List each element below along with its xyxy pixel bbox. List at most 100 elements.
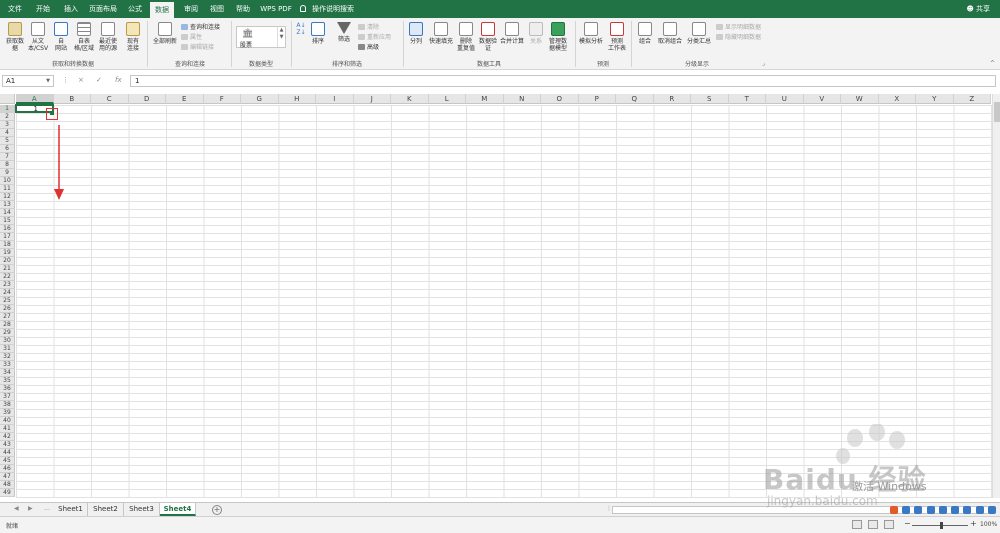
row-header[interactable]: 17 bbox=[0, 233, 15, 241]
properties-button[interactable]: 属性 bbox=[181, 33, 202, 42]
row-header[interactable]: 8 bbox=[0, 161, 15, 169]
column-header[interactable]: A bbox=[16, 94, 54, 104]
row-header[interactable]: 35 bbox=[0, 377, 15, 385]
row-header[interactable]: 48 bbox=[0, 481, 15, 489]
row-header[interactable]: 2 bbox=[0, 113, 15, 121]
row-header[interactable]: 39 bbox=[0, 409, 15, 417]
cancel-icon[interactable]: × bbox=[78, 76, 84, 84]
row-header[interactable]: 4 bbox=[0, 129, 15, 137]
group-button[interactable]: 组合 bbox=[636, 22, 654, 45]
column-header[interactable]: H bbox=[278, 94, 316, 104]
sheet-tab-3[interactable]: Sheet3 bbox=[124, 503, 160, 516]
ungroup-button[interactable]: 取消组合 bbox=[656, 22, 684, 45]
zoom-out-icon[interactable]: − bbox=[904, 519, 911, 528]
row-header[interactable]: 47 bbox=[0, 473, 15, 481]
row-header[interactable]: 34 bbox=[0, 369, 15, 377]
row-header[interactable]: 14 bbox=[0, 209, 15, 217]
row-header[interactable]: 5 bbox=[0, 137, 15, 145]
column-header[interactable]: T bbox=[728, 94, 766, 104]
from-table-range-button[interactable]: 自表 格/区域 bbox=[72, 22, 96, 52]
ime-menu-icon[interactable] bbox=[987, 506, 996, 514]
tab-help[interactable]: 帮助 bbox=[232, 0, 254, 18]
column-header[interactable]: S bbox=[691, 94, 729, 104]
row-header[interactable]: 36 bbox=[0, 385, 15, 393]
row-header[interactable]: 26 bbox=[0, 305, 15, 313]
advanced-filter-button[interactable]: 高级 bbox=[358, 43, 379, 52]
tab-data[interactable]: 数据 bbox=[150, 2, 174, 18]
column-header[interactable]: G bbox=[241, 94, 279, 104]
tab-view[interactable]: 视图 bbox=[206, 0, 228, 18]
queries-connections-button[interactable]: 查询和连接 bbox=[181, 23, 220, 32]
tab-review[interactable]: 审阅 bbox=[180, 0, 202, 18]
row-header[interactable]: 40 bbox=[0, 417, 15, 425]
row-header[interactable]: 6 bbox=[0, 145, 15, 153]
sheet-menu-icon[interactable]: … bbox=[44, 505, 50, 512]
page-break-view-icon[interactable] bbox=[884, 520, 894, 529]
ime-emoji-icon[interactable] bbox=[926, 506, 935, 514]
ime-keyboard-icon[interactable] bbox=[951, 506, 960, 514]
row-header[interactable]: 10 bbox=[0, 177, 15, 185]
row-header[interactable]: 49 bbox=[0, 489, 15, 497]
row-header[interactable]: 25 bbox=[0, 297, 15, 305]
text-to-columns-button[interactable]: 分列 bbox=[407, 22, 425, 45]
add-sheet-icon[interactable]: + bbox=[212, 505, 222, 515]
column-header[interactable]: K bbox=[391, 94, 429, 104]
row-header[interactable]: 11 bbox=[0, 185, 15, 193]
ime-logo-icon[interactable] bbox=[890, 506, 898, 514]
row-header[interactable]: 42 bbox=[0, 433, 15, 441]
gallery-scroll-icon[interactable]: ▲ ▼ bbox=[277, 27, 285, 47]
row-header[interactable]: 31 bbox=[0, 345, 15, 353]
filter-button[interactable]: 筛选 bbox=[334, 22, 354, 43]
sheet-tab-2[interactable]: Sheet2 bbox=[88, 503, 124, 516]
column-header[interactable]: N bbox=[503, 94, 541, 104]
row-header[interactable]: 30 bbox=[0, 337, 15, 345]
row-header[interactable]: 46 bbox=[0, 465, 15, 473]
enter-icon[interactable]: ✓ bbox=[96, 76, 102, 84]
tab-insert[interactable]: 插入 bbox=[60, 0, 82, 18]
dialog-launcher-icon[interactable]: ⌟ bbox=[762, 60, 765, 67]
row-header[interactable]: 45 bbox=[0, 457, 15, 465]
column-header[interactable]: O bbox=[541, 94, 579, 104]
row-header[interactable]: 18 bbox=[0, 241, 15, 249]
column-header[interactable]: W bbox=[841, 94, 879, 104]
row-header[interactable]: 1 bbox=[0, 105, 15, 113]
prev-sheet-icon[interactable]: ◀ bbox=[14, 505, 19, 512]
page-layout-view-icon[interactable] bbox=[868, 520, 878, 529]
column-header[interactable]: L bbox=[428, 94, 466, 104]
row-header[interactable]: 37 bbox=[0, 393, 15, 401]
tab-file[interactable]: 文件 bbox=[4, 0, 26, 18]
normal-view-icon[interactable] bbox=[852, 520, 862, 529]
refresh-all-button[interactable]: 全部刷新 bbox=[151, 22, 179, 45]
remove-duplicates-button[interactable]: 删除 重复值 bbox=[456, 22, 476, 52]
edit-links-button[interactable]: 编辑链接 bbox=[181, 43, 214, 52]
existing-connections-button[interactable]: 现有 连接 bbox=[123, 22, 143, 52]
column-header[interactable]: D bbox=[128, 94, 166, 104]
row-header[interactable]: 9 bbox=[0, 169, 15, 177]
zoom-slider-knob[interactable] bbox=[940, 522, 943, 529]
column-header[interactable]: U bbox=[766, 94, 804, 104]
row-header[interactable]: 12 bbox=[0, 193, 15, 201]
from-web-button[interactable]: 自 网站 bbox=[51, 22, 71, 52]
hide-detail-button[interactable]: 隐藏明细数据 bbox=[716, 33, 761, 42]
flash-fill-button[interactable]: 快速填充 bbox=[427, 22, 455, 45]
column-header[interactable]: M bbox=[466, 94, 504, 104]
data-type-gallery[interactable]: 🏛 股票 ▲ ▼ bbox=[236, 26, 286, 49]
column-header[interactable]: Z bbox=[953, 94, 991, 104]
tab-page-layout[interactable]: 页面布局 bbox=[88, 0, 118, 18]
zoom-in-icon[interactable]: + bbox=[970, 519, 977, 528]
tab-wps-pdf[interactable]: WPS PDF bbox=[258, 0, 294, 18]
row-header[interactable]: 43 bbox=[0, 441, 15, 449]
sort-button[interactable]: 排序 bbox=[308, 22, 328, 45]
consolidate-button[interactable]: 合并计算 bbox=[499, 22, 525, 45]
ime-mode-icon[interactable] bbox=[902, 506, 911, 514]
column-header[interactable]: X bbox=[878, 94, 916, 104]
sort-ascending-button[interactable]: A↓ Z↓ bbox=[296, 22, 306, 36]
collapse-ribbon-icon[interactable]: ^ bbox=[990, 60, 995, 67]
sheet-tab-4[interactable]: Sheet4 bbox=[160, 503, 196, 516]
tab-home[interactable]: 开始 bbox=[32, 0, 54, 18]
ime-mic-icon[interactable] bbox=[938, 506, 947, 514]
ime-punct-icon[interactable] bbox=[914, 506, 923, 514]
column-header[interactable]: E bbox=[166, 94, 204, 104]
column-header[interactable]: I bbox=[316, 94, 354, 104]
subtotal-button[interactable]: 分类汇总 bbox=[685, 22, 713, 45]
